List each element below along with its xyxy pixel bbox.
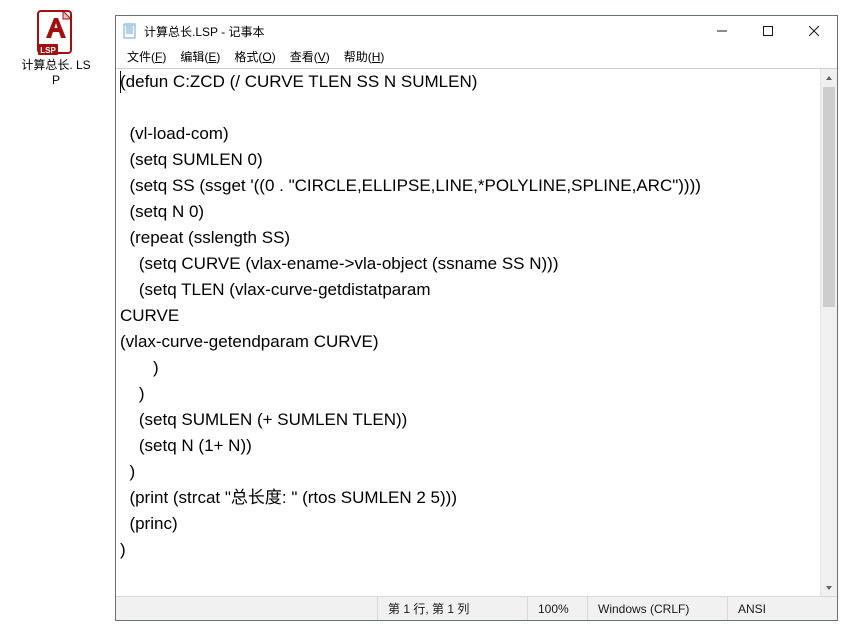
menu-file[interactable]: 文件(F): [120, 47, 173, 67]
scroll-up-icon[interactable]: [821, 69, 837, 86]
scroll-down-icon[interactable]: [821, 579, 837, 596]
status-encoding: ANSI: [727, 597, 837, 620]
desktop-file-label: 计算总长. LSP: [20, 58, 92, 88]
menu-edit[interactable]: 编辑(E): [173, 47, 227, 67]
menu-format[interactable]: 格式(O): [227, 47, 282, 67]
close-button[interactable]: [791, 16, 837, 46]
text-editor[interactable]: (defun C:ZCD (/ CURVE TLEN SS N SUMLEN) …: [116, 69, 820, 596]
svg-text:LSP: LSP: [40, 46, 56, 55]
maximize-button[interactable]: [745, 16, 791, 46]
autocad-lsp-icon: LSP: [32, 8, 80, 56]
vertical-scrollbar[interactable]: [820, 69, 837, 596]
minimize-button[interactable]: [699, 16, 745, 46]
titlebar[interactable]: 计算总长.LSP - 记事本: [116, 16, 837, 46]
menu-help[interactable]: 帮助(H): [337, 47, 392, 67]
statusbar: 第 1 行, 第 1 列 100% Windows (CRLF) ANSI: [116, 596, 837, 620]
menu-view[interactable]: 查看(V): [283, 47, 337, 67]
editor-area: (defun C:ZCD (/ CURVE TLEN SS N SUMLEN) …: [116, 68, 837, 596]
notepad-icon: [122, 23, 138, 39]
status-blank: [116, 597, 377, 620]
status-position: 第 1 行, 第 1 列: [377, 597, 527, 620]
menubar: 文件(F) 编辑(E) 格式(O) 查看(V) 帮助(H): [116, 46, 837, 68]
status-zoom: 100%: [527, 597, 587, 620]
status-eol: Windows (CRLF): [587, 597, 727, 620]
window-title: 计算总长.LSP - 记事本: [144, 23, 264, 40]
scroll-thumb[interactable]: [823, 87, 835, 307]
editor-content: (defun C:ZCD (/ CURVE TLEN SS N SUMLEN) …: [120, 69, 818, 563]
desktop-file-icon[interactable]: LSP 计算总长. LSP: [20, 8, 92, 88]
notepad-window: 计算总长.LSP - 记事本 文件(F) 编辑(E) 格式(O) 查看(V) 帮…: [115, 15, 838, 621]
